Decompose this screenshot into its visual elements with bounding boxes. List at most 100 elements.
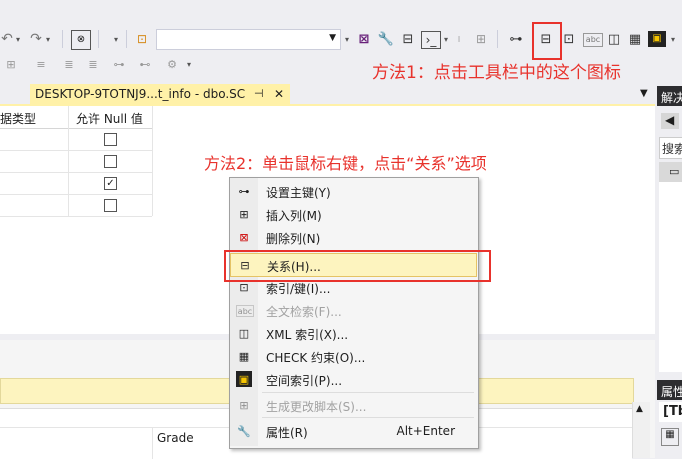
table-row[interactable]: ✓ <box>0 172 152 195</box>
menu-item-set-primary-key[interactable]: ⊶ 设置主键(Y) <box>230 180 477 203</box>
check-constraints-icon: ▦ <box>238 349 250 363</box>
menu-item-label: CHECK 约束(O)... <box>266 351 366 365</box>
table-row[interactable] <box>0 128 152 151</box>
find-combo[interactable]: ▼ <box>156 29 341 50</box>
properties-header[interactable]: 属性 <box>657 380 682 400</box>
outdent-icon[interactable]: ≡ <box>34 57 48 71</box>
indexes-icon: ⊡ <box>239 280 249 294</box>
dropdown-arrow-icon[interactable]: ▾ <box>111 33 121 47</box>
annotation-method-1: 方法1：点击工具栏中的这个图标 <box>372 63 621 83</box>
table-row[interactable] <box>0 194 152 217</box>
close-icon[interactable]: ✕ <box>274 87 284 101</box>
spatial-index-icon[interactable]: ▣ <box>648 31 666 47</box>
pin-icon[interactable]: ⊣ <box>254 87 264 100</box>
relationships-highlight-box <box>532 22 562 60</box>
vertical-scrollbar[interactable]: ▲ <box>632 402 650 458</box>
menu-item-generate-change-script[interactable]: ⊞ 生成更改脚本(S)... <box>230 394 477 417</box>
allow-null-checkbox[interactable] <box>104 155 117 168</box>
xml-index-icon: ◫ <box>238 326 250 340</box>
solution-explorer-header[interactable]: 解决 <box>657 86 682 106</box>
uncomment-icon[interactable]: ≣ <box>86 57 100 71</box>
tab-overflow-chevron-icon[interactable]: ▼ <box>640 88 648 99</box>
menu-item-label: 索引/键(I)... <box>266 282 331 296</box>
comment-icon[interactable]: ≣ <box>62 57 76 71</box>
solution-explorer-title: 解决 <box>661 91 682 105</box>
properties-title: 属性 <box>661 385 682 399</box>
menu-item-delete-column[interactable]: ⊠ 删除列(N) <box>230 226 477 249</box>
menu-item-label: 删除列(N) <box>266 232 321 246</box>
menu-item-label: 空间索引(P)... <box>266 374 343 388</box>
indexes-icon[interactable]: ⊡ <box>560 31 578 47</box>
undo-icon[interactable]: ↶ <box>0 31 14 47</box>
back-button[interactable]: ◀ <box>661 113 679 129</box>
solution-search[interactable]: 搜索 <box>659 137 682 159</box>
dropdown-arrow-icon[interactable]: ▾ <box>669 33 677 47</box>
annotation-method-2: 方法2：单击鼠标右键，点击“关系”选项 <box>204 154 487 173</box>
vs-icon[interactable]: ⊠ <box>356 31 372 47</box>
terminal-icon[interactable]: ›_ <box>421 31 441 49</box>
grade-label: Grade <box>157 431 194 445</box>
toolbar-row-1 <box>0 0 682 54</box>
menu-item-check-constraints[interactable]: ▦ CHECK 约束(O)... <box>230 345 477 368</box>
menu-item-indexes-keys[interactable]: ⊡ 索引/键(I)... <box>230 276 477 299</box>
solution-tree-item[interactable]: ▭ <box>659 162 682 182</box>
gen-script-icon: ⊞ <box>239 398 249 412</box>
solution-panel-body <box>659 182 682 372</box>
key-icon[interactable]: ⊶ <box>507 31 525 47</box>
document-tab-title: DESKTOP-9TOTNJ9...t_info - dbo.SC <box>35 87 246 101</box>
allow-null-checkbox[interactable] <box>104 199 117 212</box>
find-icon[interactable]: ⊡ <box>134 31 150 47</box>
allow-null-checkbox[interactable]: ✓ <box>104 177 117 190</box>
wrench-icon[interactable]: 🔧 <box>378 31 394 47</box>
key-icon: ⊶ <box>238 184 250 198</box>
allow-null-checkbox[interactable] <box>104 133 117 146</box>
menu-separator <box>262 392 474 393</box>
check-constraints-icon[interactable]: ▦ <box>626 31 644 47</box>
menu-item-label: XML 索引(X)... <box>266 328 349 342</box>
toolbox-icon[interactable]: ⊟ <box>400 31 416 47</box>
dropdown-arrow-icon[interactable]: ▾ <box>185 58 193 72</box>
menu-item-xml-index[interactable]: ◫ XML 索引(X)... <box>230 322 477 345</box>
properties-object[interactable]: [Tb <box>659 402 682 422</box>
table-row[interactable] <box>0 150 152 173</box>
fulltext-icon: abc <box>236 305 254 317</box>
toolbar-row-2: ⊞ ≡ ≣ ≣ ⊶ ⊷ ⚙ ▾ <box>0 54 200 76</box>
insert-column-icon: ⊞ <box>239 207 249 221</box>
fulltext-icon[interactable]: abc <box>583 33 603 47</box>
wrench-icon: 🔧 <box>237 424 251 438</box>
gen-script-icon[interactable]: ⊞ <box>472 31 490 47</box>
dropdown-arrow-icon[interactable]: ▾ <box>343 33 351 47</box>
scroll-up-icon[interactable]: ▲ <box>636 404 643 414</box>
back-arrow-icon: ◀ <box>665 113 675 127</box>
redo-icon[interactable]: ↷ <box>29 31 43 47</box>
overflow-icon[interactable]: ⁝ <box>454 33 464 47</box>
properties-object-label: [Tb <box>663 404 682 419</box>
settings-icon[interactable]: ⚙ <box>165 57 179 71</box>
menu-item-shortcut: Alt+Enter <box>396 424 455 438</box>
dropdown-arrow-icon[interactable]: ▾ <box>44 33 52 47</box>
delete-column-icon: ⊠ <box>239 230 249 244</box>
bookmark-icon[interactable]: ⊶ <box>112 57 126 71</box>
column-header-allow-null: 允许 Null 值 <box>76 112 143 126</box>
menu-item-label: 全文检索(F)... <box>266 305 342 319</box>
categorized-icon[interactable]: ▦ <box>661 428 679 446</box>
menu-item-spatial-index[interactable]: ▣ 空间索引(P)... <box>230 368 477 391</box>
menu-separator <box>262 417 474 418</box>
xml-index-icon[interactable]: ◫ <box>605 31 623 47</box>
grid-header: 据类型 允许 Null 值 <box>0 106 152 129</box>
menu-item-label: 设置主键(Y) <box>266 186 331 200</box>
document-tab[interactable]: DESKTOP-9TOTNJ9...t_info - dbo.SC ⊣ ✕ <box>30 84 290 104</box>
menu-item-fulltext-index[interactable]: abc 全文检索(F)... <box>230 299 477 322</box>
dropdown-arrow-icon[interactable]: ▾ <box>14 33 22 47</box>
indent-icon[interactable]: ⊞ <box>4 57 18 71</box>
database-icon: ▭ <box>669 165 680 178</box>
menu-item-label: 生成更改脚本(S)... <box>266 400 367 414</box>
spatial-index-icon: ▣ <box>236 371 252 387</box>
solution-icon[interactable]: ⊗ <box>71 30 91 50</box>
menu-item-label: 插入列(M) <box>266 209 322 223</box>
dropdown-arrow-icon[interactable]: ▾ <box>442 33 450 47</box>
bookmark-next-icon[interactable]: ⊷ <box>138 57 152 71</box>
menu-item-insert-column[interactable]: ⊞ 插入列(M) <box>230 203 477 226</box>
column-header-datatype: 据类型 <box>0 112 37 126</box>
menu-item-properties[interactable]: 🔧 属性(R) Alt+Enter <box>230 420 477 443</box>
